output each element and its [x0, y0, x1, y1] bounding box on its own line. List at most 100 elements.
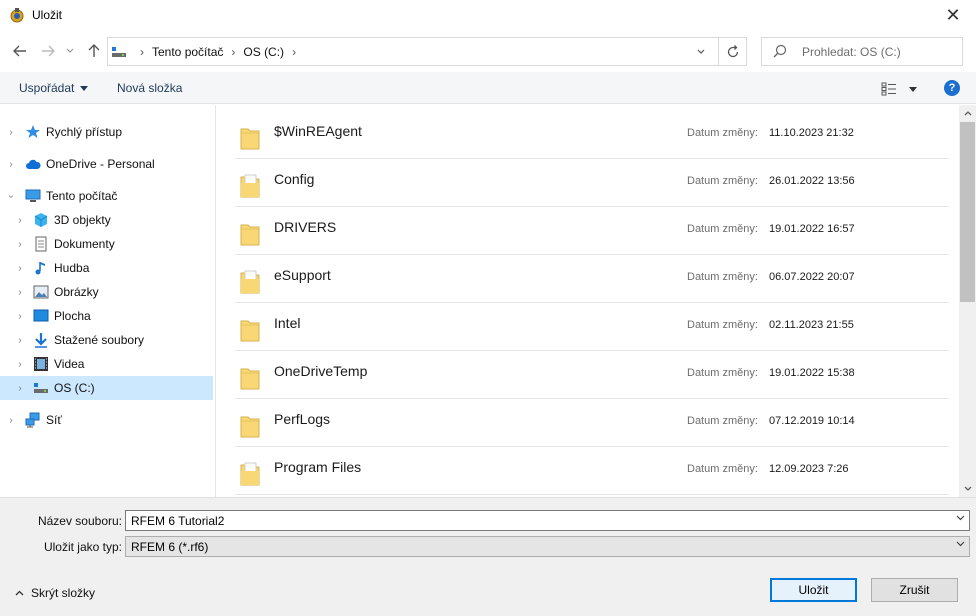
sidebar-item-desktop[interactable]: › Plocha [0, 304, 213, 328]
date-modified-label: Datum změny: [687, 367, 758, 379]
new-folder-button[interactable]: Nová složka [117, 81, 182, 95]
sidebar-item-pictures[interactable]: › Obrázky [0, 280, 213, 304]
chevron-down-icon [964, 486, 971, 491]
folder-icon [240, 224, 260, 246]
file-name: Program Files [274, 459, 362, 475]
document-icon [35, 236, 47, 252]
file-name: PerfLogs [274, 411, 331, 427]
sidebar-item-documents[interactable]: › Dokumenty [0, 232, 213, 256]
address-history-dropdown[interactable] [693, 44, 709, 60]
file-row-drivers[interactable]: DRIVERS Datum změny: 19.01.2022 16:57 [235, 207, 949, 255]
sidebar-item-label: OneDrive - Personal [46, 157, 155, 171]
navigation-bar: › Tento počítač › OS (C:) › [0, 31, 976, 71]
scroll-up-button[interactable] [959, 105, 976, 122]
title-bar: Uložit ✕ [0, 0, 976, 31]
change-view-button[interactable] [881, 81, 917, 97]
sidebar-item-label: 3D objekty [54, 213, 111, 227]
vertical-scrollbar[interactable] [959, 105, 976, 497]
search-icon [773, 44, 787, 58]
chevron-up-icon [15, 590, 24, 596]
hide-folders-label: Skrýt složky [31, 586, 96, 600]
sidebar-item-label: Plocha [54, 309, 91, 323]
date-modified-value: 19.01.2022 15:38 [769, 367, 855, 379]
sidebar-item-network[interactable]: › Síť [0, 408, 213, 432]
file-row-winreagent[interactable]: $WinREAgent Datum změny: 11.10.2023 21:3… [235, 111, 949, 159]
sidebar-item-quick-access[interactable]: › Rychlý přístup [0, 120, 213, 144]
close-button[interactable]: ✕ [930, 0, 976, 31]
cube-icon [34, 213, 48, 227]
breadcrumb-separator-icon: › [140, 44, 144, 59]
file-row-esupport[interactable]: eSupport Datum změny: 06.07.2022 20:07 [235, 255, 949, 303]
folder-icon [240, 270, 260, 294]
expand-chevron-icon[interactable]: › [15, 215, 25, 226]
sidebar-item-label: Stažené soubory [54, 333, 145, 347]
save-button[interactable]: Uložit [770, 578, 857, 602]
sidebar-item-downloads[interactable]: › Stažené soubory [0, 328, 213, 352]
desktop-icon [33, 309, 49, 322]
help-button[interactable]: ? [944, 80, 960, 96]
expand-chevron-icon[interactable]: › [15, 263, 25, 274]
save-form: Název souboru: RFEM 6 Tutorial2 Uložit j… [0, 497, 976, 616]
date-modified-label: Datum změny: [687, 415, 758, 427]
sidebar-item-label: Obrázky [54, 285, 99, 299]
scrollbar-thumb[interactable] [960, 122, 975, 302]
sidebar-item-label: Dokumenty [54, 237, 115, 251]
drive-icon [112, 47, 126, 57]
forward-button[interactable] [38, 41, 58, 61]
filename-value: RFEM 6 Tutorial2 [131, 514, 225, 528]
breadcrumb-separator-icon[interactable]: › [292, 45, 296, 59]
organize-button[interactable]: Uspořádat [19, 81, 89, 95]
expand-chevron-icon[interactable]: › [6, 415, 16, 426]
file-row-intel[interactable]: Intel Datum změny: 02.11.2023 21:55 [235, 303, 949, 351]
save-type-value: RFEM 6 (*.rf6) [131, 540, 209, 554]
sidebar-item-videos[interactable]: › Videa [0, 352, 213, 376]
collapse-chevron-icon[interactable]: › [6, 191, 17, 201]
star-icon [26, 125, 40, 138]
refresh-button[interactable] [718, 38, 746, 65]
hide-folders-toggle[interactable]: Skrýt složky [15, 586, 95, 600]
back-button[interactable] [10, 41, 30, 61]
date-modified-value: 02.11.2023 21:55 [769, 319, 854, 331]
filename-label: Název souboru: [37, 514, 122, 528]
file-row-onedrivetemp[interactable]: OneDriveTemp Datum změny: 19.01.2022 15:… [235, 351, 949, 399]
sidebar-item-this-pc[interactable]: › Tento počítač [0, 184, 213, 208]
filename-field[interactable]: RFEM 6 Tutorial2 [125, 510, 970, 531]
caret-down-icon [80, 85, 89, 91]
expand-chevron-icon[interactable]: › [6, 127, 16, 138]
breadcrumb-os-c[interactable]: OS (C:) [243, 45, 284, 59]
expand-chevron-icon[interactable]: › [15, 287, 25, 298]
search-box[interactable] [761, 37, 963, 66]
date-modified-value: 26.01.2022 13:56 [769, 175, 855, 187]
expand-chevron-icon[interactable]: › [15, 239, 25, 250]
picture-icon [33, 285, 49, 299]
file-name: $WinREAgent [274, 123, 362, 139]
forward-arrow-icon [42, 45, 55, 57]
up-button[interactable] [84, 41, 104, 61]
file-row-config[interactable]: Config Datum změny: 26.01.2022 13:56 [235, 159, 949, 207]
music-icon [35, 262, 45, 275]
search-input[interactable] [802, 43, 952, 60]
sidebar-item-label: Videa [54, 357, 85, 371]
breadcrumb-separator-icon[interactable]: › [231, 45, 235, 59]
expand-chevron-icon[interactable]: › [15, 311, 25, 322]
address-bar[interactable]: › Tento počítač › OS (C:) › [107, 37, 747, 66]
breadcrumb-this-pc[interactable]: Tento počítač [152, 45, 223, 59]
expand-chevron-icon[interactable]: › [6, 159, 16, 170]
save-type-select[interactable]: RFEM 6 (*.rf6) [125, 536, 970, 557]
breadcrumb: › Tento počítač › OS (C:) › [132, 38, 304, 65]
file-row-perflogs[interactable]: PerfLogs Datum změny: 07.12.2019 10:14 [235, 399, 949, 447]
scroll-down-button[interactable] [959, 480, 976, 497]
file-row-program-files[interactable]: Program Files Datum změny: 12.09.2023 7:… [235, 447, 949, 495]
sidebar-item-music[interactable]: › Hudba [0, 256, 213, 280]
cancel-button[interactable]: Zrušit [871, 578, 958, 602]
recent-locations-button[interactable] [63, 41, 77, 61]
expand-chevron-icon[interactable]: › [15, 359, 25, 370]
save-type-label: Uložit jako typ: [43, 540, 122, 554]
expand-chevron-icon[interactable]: › [15, 383, 25, 394]
expand-chevron-icon[interactable]: › [15, 335, 25, 346]
sidebar-item-onedrive[interactable]: › OneDrive - Personal [0, 152, 213, 176]
caret-down-icon [909, 86, 917, 92]
sidebar-item-3d-objects[interactable]: › 3D objekty [0, 208, 213, 232]
sidebar-item-os-c[interactable]: › OS (C:) [0, 376, 213, 400]
chevron-down-icon [956, 541, 965, 547]
